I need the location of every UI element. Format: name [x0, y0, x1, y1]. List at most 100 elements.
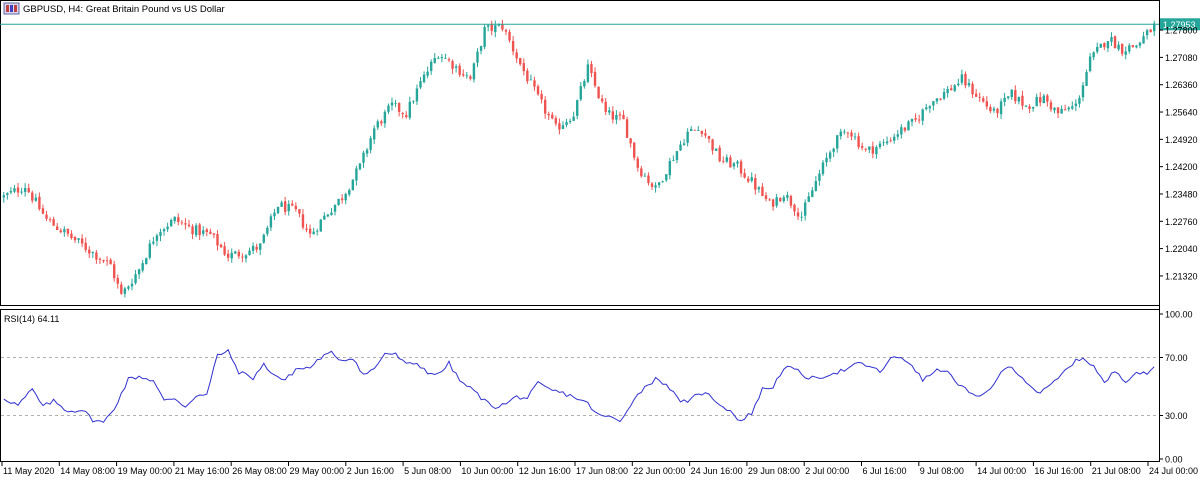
- time-tick-label: 11 May 2020: [3, 466, 54, 476]
- candle-body: [369, 138, 372, 150]
- candle-body: [647, 175, 650, 183]
- candle-body: [202, 230, 205, 234]
- candle-body: [1135, 45, 1138, 48]
- candle-body: [1081, 85, 1085, 98]
- candle-body: [472, 63, 476, 80]
- candle-body: [661, 181, 664, 182]
- candle-body: [301, 214, 305, 228]
- candle-body: [679, 144, 682, 151]
- price-pane[interactable]: [0, 0, 1160, 306]
- candle-body: [1120, 43, 1124, 54]
- candle-body: [821, 162, 825, 174]
- candle-body: [818, 173, 821, 181]
- candle-body: [1128, 45, 1131, 52]
- candle-body: [84, 242, 87, 250]
- chart-window-icon[interactable]: [3, 2, 20, 15]
- candle-body: [1014, 90, 1017, 102]
- candle-body: [504, 30, 508, 32]
- candle-body: [1021, 95, 1024, 106]
- candle-body: [1110, 36, 1113, 42]
- candle-body: [932, 101, 935, 106]
- time-tick-label: 17 Jun 08:00: [576, 466, 628, 476]
- candle-body: [45, 214, 48, 219]
- candle-body: [554, 118, 558, 124]
- candle-body: [789, 196, 793, 206]
- candle-body: [672, 160, 675, 162]
- time-tick-label: 10 Jun 00:00: [461, 466, 513, 476]
- current-price-layer: 1.27953: [0, 18, 1200, 31]
- candle-body: [23, 187, 27, 192]
- candle-body: [194, 225, 198, 236]
- candle-body: [116, 278, 119, 284]
- candle-body: [910, 118, 914, 122]
- candle-body: [1085, 71, 1088, 86]
- candle-body: [576, 100, 579, 116]
- time-tick-label: 5 Jun 08:00: [404, 466, 451, 476]
- candle-body: [102, 259, 105, 262]
- candle-body: [718, 147, 721, 162]
- candle-body: [6, 193, 9, 195]
- candle-body: [540, 93, 543, 100]
- candle-body: [1067, 107, 1070, 110]
- candle-body: [223, 246, 226, 255]
- candle-body: [786, 195, 789, 198]
- chart-canvas[interactable]: 1.27953 1.27800 1.27080 1.26360 1.25640 1.24…: [0, 0, 1200, 481]
- candle-body: [832, 148, 835, 152]
- candle-body: [408, 101, 412, 118]
- candle-body: [864, 148, 867, 150]
- candle-body: [896, 134, 899, 137]
- candle-body: [401, 112, 404, 115]
- candle-body: [365, 149, 369, 154]
- rsi-pane[interactable]: [0, 309, 1160, 462]
- time-tick-label: 22 Jun 00:00: [633, 466, 685, 476]
- candle-body: [746, 178, 750, 182]
- candle-body: [212, 233, 216, 235]
- candle-body: [187, 224, 191, 227]
- candle-body: [1092, 52, 1095, 58]
- candle-body: [415, 88, 419, 102]
- candle-body: [323, 215, 326, 220]
- candle-body: [130, 283, 134, 287]
- candle-body: [625, 119, 629, 138]
- candle-body: [490, 24, 493, 31]
- candle-body: [928, 106, 932, 109]
- candle-body: [611, 111, 615, 120]
- candle-body: [519, 57, 522, 65]
- candle-body: [779, 198, 782, 202]
- candle-body: [590, 63, 593, 74]
- rsi-tick-label: 100.00: [1165, 310, 1193, 320]
- candle-body: [1113, 36, 1117, 49]
- candle-body: [604, 101, 607, 112]
- candle-body: [992, 108, 996, 111]
- candle-body: [561, 125, 565, 129]
- candle-body: [836, 135, 839, 149]
- candle-body: [405, 115, 408, 118]
- candle-body: [689, 128, 693, 131]
- candle-body: [358, 163, 362, 170]
- candle-body: [618, 114, 622, 116]
- rsi-axis-ticks: 100.00 70.00 30.00 0.00: [1159, 310, 1193, 465]
- candle-body: [925, 107, 928, 110]
- candle-body: [693, 129, 696, 131]
- candle-body: [996, 108, 999, 114]
- rsi-label: RSI(14) 64.11: [4, 314, 59, 324]
- candle-body: [31, 192, 34, 201]
- candle-body: [967, 82, 971, 86]
- candle-body: [682, 143, 686, 145]
- candle-body: [665, 174, 668, 181]
- candle-body: [141, 263, 144, 271]
- time-tick-label: 21 May 16:00: [175, 466, 230, 476]
- candle-body: [419, 81, 422, 88]
- price-tick-label: 1.26360: [1165, 80, 1198, 90]
- candle-body: [380, 121, 383, 124]
- candle-body: [451, 61, 454, 69]
- candle-body: [433, 58, 436, 63]
- candle-body: [725, 157, 729, 162]
- candle-body: [1049, 102, 1053, 110]
- candle-body: [893, 136, 896, 141]
- candle-body: [259, 243, 262, 250]
- candle-body: [1063, 109, 1067, 111]
- candle-body: [732, 163, 736, 167]
- candle-body: [750, 177, 753, 181]
- candle-body: [536, 86, 540, 95]
